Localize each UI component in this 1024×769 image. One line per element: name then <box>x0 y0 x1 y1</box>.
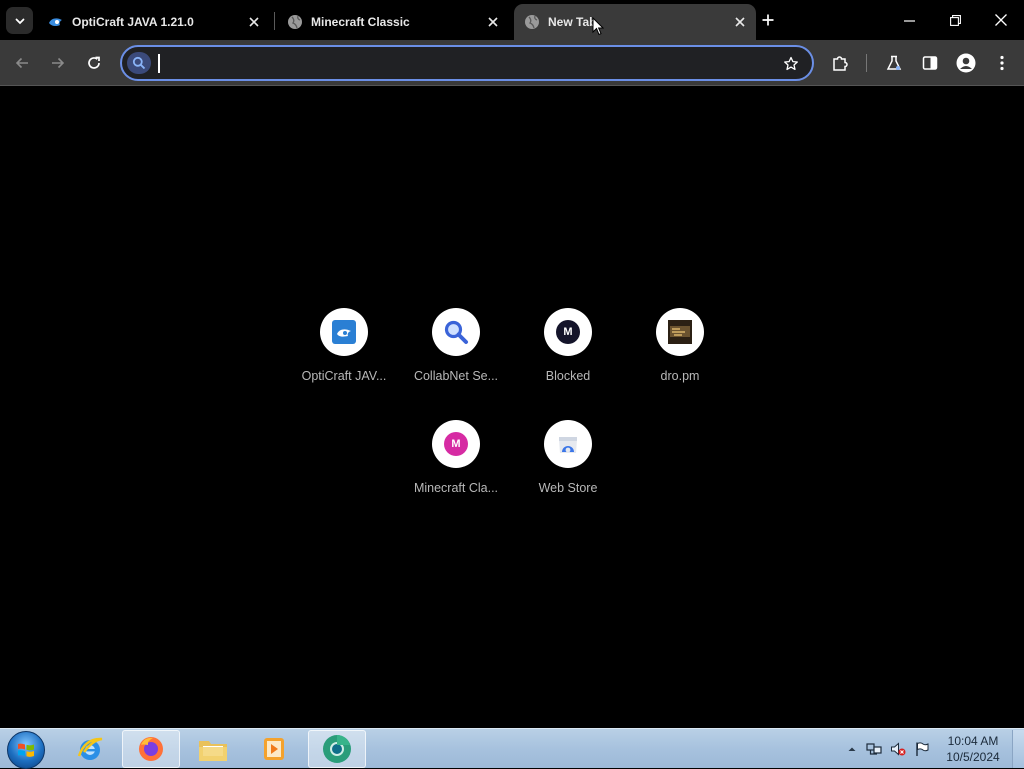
shortcut-icon-tile <box>320 308 368 356</box>
back-button[interactable] <box>8 49 36 77</box>
profile-avatar-icon <box>956 53 976 73</box>
mouse-cursor-icon <box>592 17 604 36</box>
web-store-icon <box>556 432 580 456</box>
tab-strip: OptiCraft JAVA 1.21.0 Minecraft Classic … <box>0 0 1024 40</box>
opticraft-icon <box>48 14 64 30</box>
shortcut-minecraft-classic[interactable]: M Minecraft Cla... <box>400 411 512 511</box>
bookmark-star-icon[interactable] <box>780 53 802 75</box>
internet-explorer-icon <box>75 734 105 764</box>
show-hidden-icons-arrow-icon[interactable] <box>844 741 860 757</box>
clock-date: 10/5/2024 <box>946 750 1000 764</box>
opticraft-icon <box>332 320 356 344</box>
tab-minecraft-classic[interactable]: Minecraft Classic <box>277 4 509 40</box>
chrome-icon <box>321 733 353 765</box>
dro-pm-icon <box>668 320 692 344</box>
tab-opticraft[interactable]: OptiCraft JAVA 1.21.0 <box>38 4 270 40</box>
plus-icon <box>762 14 774 26</box>
action-center-flag-icon[interactable] <box>914 741 930 757</box>
tab-divider <box>274 12 275 30</box>
windows-logo-icon <box>16 740 36 760</box>
close-window-button[interactable] <box>978 0 1024 40</box>
volume-muted-icon[interactable] <box>890 741 906 757</box>
taskbar-internet-explorer[interactable] <box>61 730 119 768</box>
magnifier-icon <box>443 319 469 345</box>
shortcut-label: OptiCraft JAV... <box>301 369 387 383</box>
tab-title: Minecraft Classic <box>311 15 410 29</box>
shortcut-blocked[interactable]: M Blocked <box>512 299 624 399</box>
shortcut-collabnet[interactable]: CollabNet Se... <box>400 299 512 399</box>
shortcut-label: CollabNet Se... <box>413 369 499 383</box>
search-icon <box>127 52 151 74</box>
shortcut-icon-tile: M <box>432 420 480 468</box>
arrow-right-icon <box>50 55 66 71</box>
new-tab-button[interactable] <box>758 10 778 30</box>
shortcut-label: Blocked <box>545 369 591 383</box>
shortcut-dro-pm[interactable]: dro.pm <box>624 299 736 399</box>
globe-icon <box>524 14 540 30</box>
shortcut-opticraft[interactable]: OptiCraft JAV... <box>288 299 400 399</box>
tab-search-button[interactable] <box>6 7 33 34</box>
shortcut-icon-tile <box>544 420 592 468</box>
toolbar-divider <box>866 54 867 72</box>
shortcut-icon-tile: M <box>544 308 592 356</box>
browser-toolbar <box>0 40 1024 86</box>
address-input[interactable] <box>162 51 762 75</box>
shortcut-icon-tile <box>432 308 480 356</box>
chevron-down-icon <box>14 15 26 27</box>
file-explorer-icon <box>197 735 229 763</box>
m-letter-icon: M <box>444 432 468 456</box>
close-tab-icon[interactable] <box>730 12 750 32</box>
side-panel-icon <box>922 55 938 71</box>
reload-button[interactable] <box>80 49 108 77</box>
show-desktop-button[interactable] <box>1012 730 1024 768</box>
tab-title: New Tab <box>548 15 597 29</box>
close-tab-icon[interactable] <box>483 12 503 32</box>
shortcut-label: dro.pm <box>660 369 700 383</box>
extensions-button[interactable] <box>826 49 854 77</box>
puzzle-icon <box>831 54 849 72</box>
profile-button[interactable] <box>952 49 980 77</box>
labs-button[interactable] <box>880 49 908 77</box>
minimize-icon <box>903 15 915 26</box>
taskbar-firefox[interactable] <box>122 730 180 768</box>
menu-button[interactable] <box>988 49 1016 77</box>
forward-button[interactable] <box>44 49 72 77</box>
close-icon <box>995 14 1007 26</box>
restore-button[interactable] <box>932 0 978 40</box>
taskbar-chrome[interactable] <box>308 730 366 768</box>
media-player-icon <box>260 735 288 763</box>
minimize-button[interactable] <box>886 0 932 40</box>
tab-title: OptiCraft JAVA 1.21.0 <box>72 15 194 29</box>
side-panel-button[interactable] <box>916 49 944 77</box>
address-bar[interactable] <box>120 45 814 81</box>
restore-icon <box>949 14 961 26</box>
system-clock[interactable]: 10:04 AM 10/5/2024 <box>936 733 1010 765</box>
new-tab-page: OptiCraft JAV... CollabNet Se... M Block… <box>0 17 1024 728</box>
start-button[interactable] <box>7 731 45 769</box>
shortcut-label: Minecraft Cla... <box>413 481 499 495</box>
clock-time: 10:04 AM <box>947 734 999 748</box>
text-caret <box>158 54 160 73</box>
network-icon[interactable] <box>866 741 882 757</box>
kebab-menu-icon <box>1000 55 1004 71</box>
taskbar-media-player[interactable] <box>245 730 303 768</box>
reload-icon <box>86 55 102 71</box>
tab-new-tab[interactable]: New Tab <box>514 4 756 40</box>
shortcut-web-store[interactable]: Web Store <box>512 411 624 511</box>
arrow-left-icon <box>14 55 30 71</box>
shortcut-label: Web Store <box>538 481 598 495</box>
m-letter-icon: M <box>556 320 580 344</box>
taskbar: 10:04 AM 10/5/2024 <box>0 728 1024 769</box>
firefox-icon <box>136 734 166 764</box>
close-tab-icon[interactable] <box>244 12 264 32</box>
taskbar-file-explorer[interactable] <box>184 730 242 768</box>
globe-icon <box>287 14 303 30</box>
flask-icon <box>886 55 902 71</box>
shortcut-icon-tile <box>656 308 704 356</box>
